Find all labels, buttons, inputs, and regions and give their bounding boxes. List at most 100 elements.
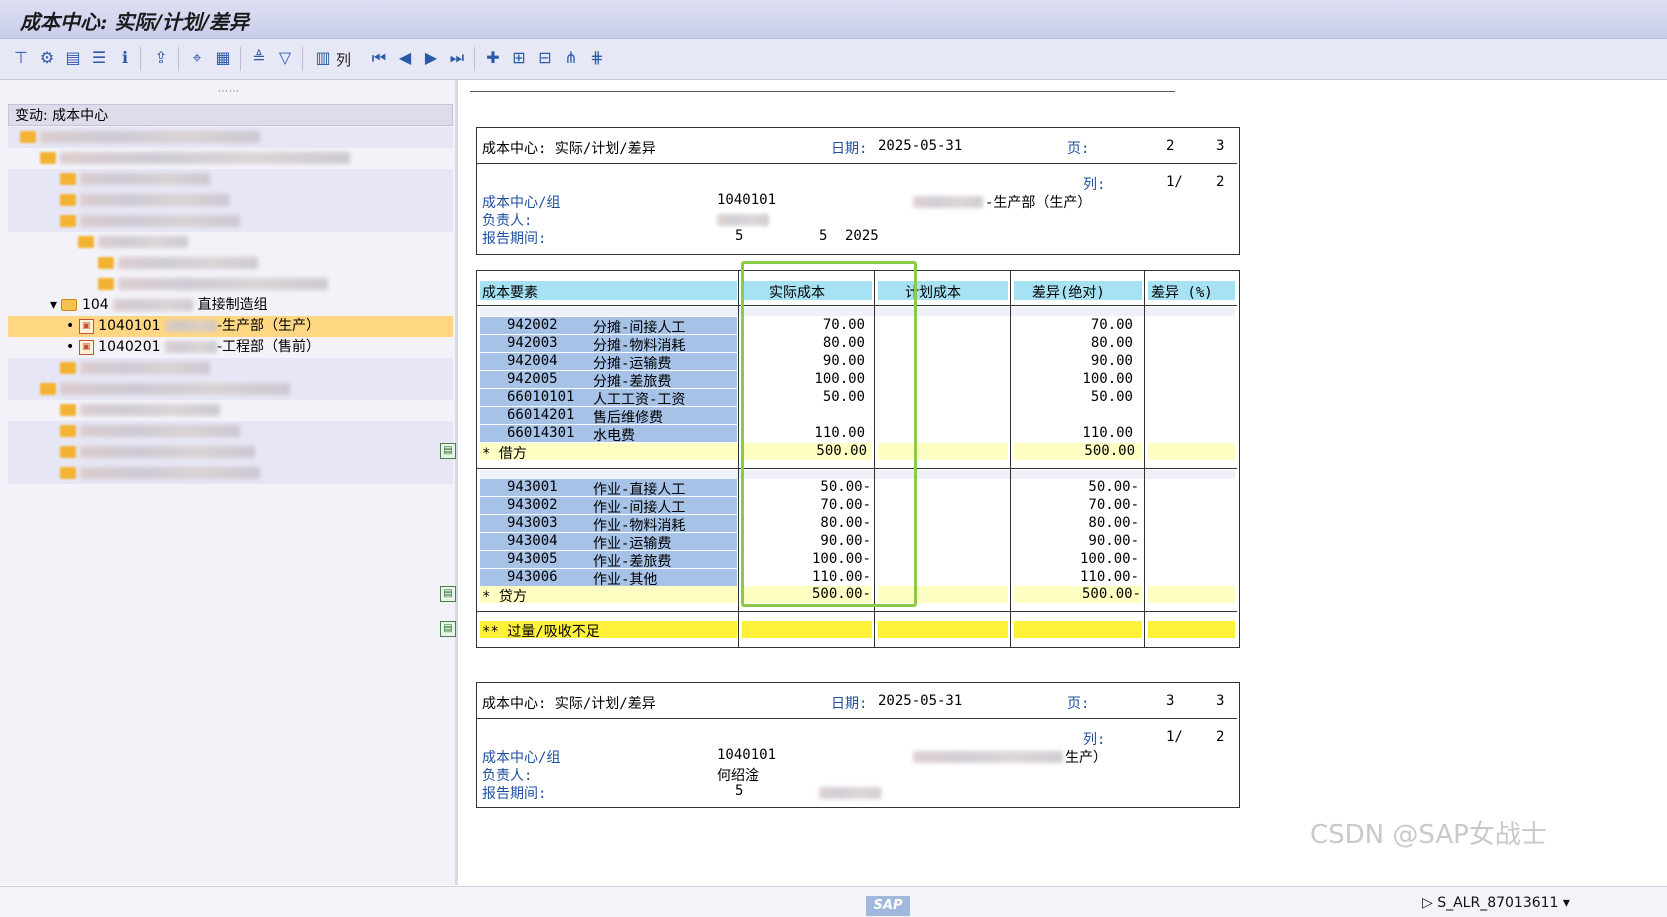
export-icon[interactable]: ⇪ [150, 47, 172, 69]
page-number: 3 [1166, 693, 1175, 709]
drilldown-icon[interactable]: ▤ [440, 443, 456, 459]
tree-node[interactable] [8, 211, 453, 232]
tree-node-name: 直接制造组 [197, 297, 268, 313]
tree-node[interactable] [8, 400, 453, 421]
period-from: 5 [735, 228, 744, 244]
collapse-icon[interactable]: ⊟ [534, 47, 556, 69]
tree-node[interactable] [8, 274, 453, 295]
hierarchy-icon[interactable]: ⊤ [10, 47, 32, 69]
tree-expand-icon[interactable]: ⋔ [560, 47, 582, 69]
tree-collapse-icon[interactable]: ⋕ [586, 47, 608, 69]
cost-element-code: 943005 [507, 551, 558, 567]
navigate-icon[interactable]: ⚙ [36, 47, 58, 69]
tree-node[interactable] [8, 442, 453, 463]
grand-total-label: ** 过量/吸收不足 [482, 624, 600, 640]
title-bar: 成本中心: 实际/计划/差异 [0, 0, 1667, 39]
tree-node-code: 104 [81, 297, 109, 313]
column-number: 1/ [1166, 729, 1183, 745]
tree-node[interactable] [8, 358, 453, 379]
expand-arrow-icon[interactable]: ▾ [50, 297, 57, 313]
cost-element-code: 943006 [507, 569, 558, 585]
open-folder-icon [61, 299, 78, 311]
actual-cost-highlight [741, 261, 917, 607]
tree-node-name: -生产部（生产） [216, 318, 321, 334]
expand-icon[interactable]: ⊞ [508, 47, 530, 69]
cost-center-code: 1040101 [717, 192, 777, 208]
owner-label: 负责人: [482, 213, 533, 229]
window-title: 成本中心: 实际/计划/差异 [20, 10, 249, 34]
page-number: 2 [1166, 138, 1175, 154]
tree-node[interactable] [8, 421, 453, 442]
tree-node[interactable] [8, 190, 453, 211]
report-header-2: 成本中心: 实际/计划/差异 日期: 2025-05-31 页: 3 3 列: … [476, 682, 1240, 808]
column-label: 列: [1083, 732, 1106, 748]
tree-node[interactable] [8, 148, 453, 169]
select-icon[interactable]: ⌖ [186, 47, 208, 69]
drilldown-icon[interactable]: ▤ [440, 621, 456, 637]
tree-header: 变动: 成本中心 [8, 104, 453, 126]
layout-icon[interactable]: ▦ [212, 47, 234, 69]
tree-node[interactable] [8, 127, 453, 148]
diff-abs-value: 50.00- [1088, 479, 1139, 495]
next-page-icon[interactable]: ▶ [420, 47, 442, 69]
previous-page-icon[interactable]: ◀ [394, 47, 416, 69]
application-toolbar: ⊤ ⚙ ▤ ☰ ℹ ⇪ ⌖ ▦ ≜ ▽ ▥ 列 ⏮ ◀ ▶ ⏭ ✚ ⊞ ⊟ ⋔ … [0, 39, 1667, 80]
cost-element-name: 分摊-物料消耗 [593, 338, 686, 354]
cost-element-code: 942005 [507, 371, 558, 387]
column-label: 列: [1083, 177, 1106, 193]
page-count: 3 [1216, 138, 1225, 154]
cost-element-code: 66014301 [507, 425, 575, 441]
columns-icon[interactable]: ▥ [312, 47, 334, 69]
report-icon[interactable]: ▤ [62, 47, 84, 69]
column-count: 2 [1216, 174, 1225, 190]
toolbar-separator [140, 47, 141, 71]
tree-node[interactable] [8, 463, 453, 484]
new-icon[interactable]: ✚ [482, 47, 504, 69]
tree-node-name: -工程部（售前） [216, 339, 321, 355]
sap-logo: SAP [866, 896, 910, 916]
cost-element-name: 分摊-间接人工 [593, 320, 686, 336]
sort-icon[interactable]: ≜ [248, 47, 270, 69]
tree-node-direct-manufacturing[interactable]: ▾ 104 直接制造组 [8, 295, 453, 316]
page-label: 页: [1067, 696, 1090, 712]
columns-label[interactable]: 列 [336, 49, 351, 70]
cost-center-label: 成本中心/组 [482, 195, 561, 211]
credit-total-diff: 500.00- [1081, 586, 1141, 602]
date-label: 日期: [831, 141, 868, 157]
diff-abs-value: 100.00- [1079, 551, 1139, 567]
header-diff-abs[interactable]: 差异(绝对) [1032, 282, 1105, 302]
header-diff-pct[interactable]: 差异 (%) [1151, 282, 1213, 302]
cost-center-label: 成本中心/组 [482, 750, 561, 766]
status-transaction[interactable]: ▷ S_ALR_87013611 ▾ [1422, 895, 1570, 911]
cost-center-name: 生产） [1065, 750, 1107, 766]
filter-icon[interactable]: ▽ [274, 47, 296, 69]
cost-element-code: 66010101 [507, 389, 575, 405]
toolbar-separator [302, 47, 303, 71]
cost-center-icon: ▣ [78, 339, 94, 355]
period-label: 报告期间: [482, 231, 547, 247]
cost-element-code: 943002 [507, 497, 558, 513]
drilldown-icon[interactable]: ▤ [440, 586, 456, 602]
fiscal-year: 2025 [845, 228, 879, 244]
tree-node[interactable] [8, 169, 453, 190]
cost-element-name: 售后维修费 [593, 410, 663, 426]
tree-node-1040201[interactable]: • ▣ 1040201 -工程部（售前） [8, 337, 453, 358]
info-icon[interactable]: ℹ [114, 47, 136, 69]
tree-node[interactable] [8, 232, 453, 253]
tree-node-1040101[interactable]: • ▣ 1040101 -生产部（生产） [8, 316, 453, 337]
cost-element-code: 66014201 [507, 407, 575, 423]
cost-element-name: 作业-差旅费 [593, 554, 672, 570]
cost-element-code: 942002 [507, 317, 558, 333]
last-page-icon[interactable]: ⏭ [446, 47, 468, 69]
tree-node[interactable] [8, 253, 453, 274]
watermark: CSDN @SAP女战士 [1310, 820, 1547, 850]
report-header-1: 成本中心: 实际/计划/差异 日期: 2025-05-31 页: 2 3 列: … [476, 127, 1240, 255]
list-icon[interactable]: ☰ [88, 47, 110, 69]
diff-abs-value: 80.00 [1090, 335, 1133, 351]
column-number: 1/ [1166, 174, 1183, 190]
first-page-icon[interactable]: ⏮ [368, 47, 390, 69]
toolbar-separator [474, 47, 475, 71]
tree-node[interactable] [8, 379, 453, 400]
splitter-grip[interactable]: ⋯⋯ [218, 86, 240, 97]
header-cost-element[interactable]: 成本要素 [482, 282, 538, 302]
